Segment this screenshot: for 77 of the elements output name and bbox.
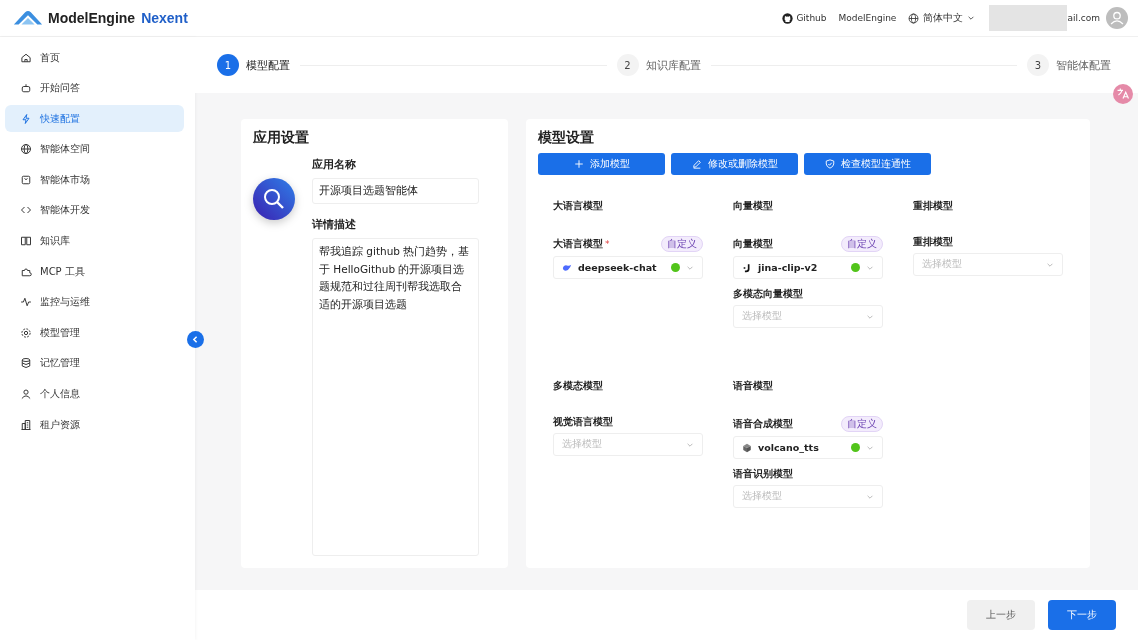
- shield-icon: [824, 159, 835, 169]
- database-icon: [20, 357, 32, 370]
- card-title: 模型设置: [538, 129, 595, 147]
- cube-icon: [742, 442, 752, 453]
- group-title: 重排模型: [913, 200, 954, 213]
- gear-icon: [20, 326, 32, 339]
- field-label: 重排模型: [913, 236, 953, 249]
- next-button[interactable]: 下一步: [1048, 600, 1116, 630]
- pencil-icon: [691, 159, 702, 169]
- robot-icon: [20, 82, 32, 95]
- card-title: 应用设置: [253, 129, 310, 147]
- check-button[interactable]: 检查模型连通性: [804, 153, 931, 175]
- globe-icon: [908, 12, 920, 24]
- caret-icon: [967, 14, 976, 22]
- group-title: 语音模型: [733, 380, 774, 393]
- sidebar-item[interactable]: 开始问答: [5, 74, 184, 102]
- sidebar-item[interactable]: 租户资源: [5, 411, 184, 439]
- add-button[interactable]: 添加模型: [538, 153, 665, 175]
- logo-icon: [12, 8, 44, 28]
- sidebar-item[interactable]: 智能体空间: [5, 135, 184, 163]
- field-label: 语音合成模型: [733, 417, 793, 431]
- building-icon: [20, 418, 32, 431]
- sidebar-item[interactable]: 监控与运维: [5, 288, 184, 316]
- brand-name: ModelEngine: [48, 10, 136, 26]
- model-select[interactable]: volcano_tts: [733, 436, 883, 459]
- step-item[interactable]: 3 智能体配置: [1027, 54, 1111, 76]
- field-label: 视觉语言模型: [553, 416, 613, 429]
- github-link[interactable]: Github: [782, 12, 827, 24]
- sidebar-item[interactable]: 智能体市场: [5, 166, 184, 194]
- sidebar-item[interactable]: 模型管理: [5, 319, 184, 347]
- pulse-icon: [20, 296, 32, 309]
- letter-icon: [742, 262, 752, 273]
- step-item[interactable]: 2 知识库配置: [616, 54, 701, 76]
- field-label: 应用名称: [312, 158, 357, 172]
- plus-icon: [573, 159, 584, 169]
- field-label: 向量模型: [733, 237, 773, 251]
- field-label: 多模态向量模型: [733, 288, 803, 301]
- field-label: 语音识别模型: [733, 468, 793, 481]
- cat-icon: [782, 12, 794, 24]
- required-mark: *: [605, 239, 610, 249]
- step-item[interactable]: 1 模型配置: [217, 54, 290, 76]
- sidebar-item[interactable]: MCP 工具: [5, 258, 184, 286]
- globe-icon: [20, 143, 32, 156]
- lightning-icon: [20, 112, 32, 125]
- field-label: 大语言模型: [553, 237, 603, 251]
- custom-tag: 自定义: [841, 236, 883, 252]
- custom-tag: 自定义: [841, 416, 883, 432]
- book-icon: [20, 235, 32, 248]
- sidebar-item[interactable]: 知识库: [5, 227, 184, 255]
- whale-icon: [562, 262, 572, 273]
- custom-tag: 自定义: [661, 236, 703, 252]
- header-link[interactable]: ModelEngine: [838, 13, 897, 23]
- group-title: 向量模型: [733, 200, 774, 213]
- sidebar-item[interactable]: 智能体开发: [5, 196, 184, 224]
- translate-icon[interactable]: [1113, 84, 1133, 104]
- search-icon: [253, 178, 295, 220]
- sidebar-item[interactable]: 首页: [5, 44, 184, 71]
- sidebar-item[interactable]: 记忆管理: [5, 349, 184, 377]
- description-field[interactable]: 帮我追踪 github 热门趋势，基于 HelloGithub 的开源项目选题规范和过往周刊帮我选取合适的开源项目选题: [312, 238, 479, 556]
- back-button[interactable]: 上一步: [967, 600, 1035, 630]
- collapse-button[interactable]: [187, 331, 204, 348]
- product-name: Nexent: [141, 10, 188, 26]
- language-dropdown[interactable]: 简体中文: [908, 11, 976, 25]
- sidebar-item[interactable]: 快速配置: [5, 105, 184, 133]
- sidebar-item[interactable]: 个人信息: [5, 380, 184, 408]
- home-icon: [20, 51, 32, 64]
- avatar-icon[interactable]: [1106, 7, 1128, 29]
- group-title: 大语言模型: [553, 200, 604, 213]
- field-label: 详情描述: [312, 218, 357, 232]
- group-title: 多模态模型: [553, 380, 604, 393]
- model-select[interactable]: jina-clip-v2: [733, 256, 883, 279]
- name-field[interactable]: 开源项目选题智能体: [312, 178, 479, 204]
- model-select[interactable]: deepseek-chat: [553, 256, 703, 279]
- edit-button[interactable]: 修改或删除模型: [671, 153, 798, 175]
- bag-icon: [20, 173, 32, 186]
- user-email: ail.com: [1067, 13, 1100, 23]
- user-icon: [20, 388, 32, 401]
